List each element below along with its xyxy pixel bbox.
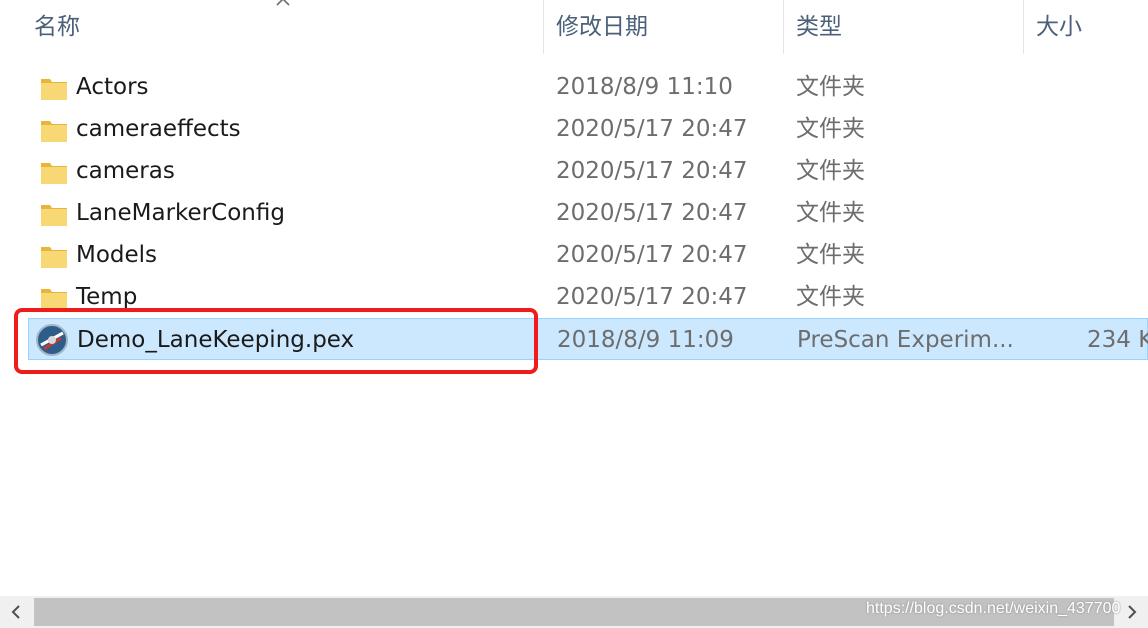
file-type: 文件夹 [796,74,865,100]
file-date: 2018/8/9 11:10 [556,74,733,100]
folder-icon [41,163,67,184]
file-date: 2020/5/17 20:47 [556,158,748,184]
file-type: 文件夹 [796,284,865,310]
file-name: LaneMarkerConfig [76,200,285,226]
file-size: 234 K [1087,327,1148,353]
folder-icon [41,205,67,226]
column-divider[interactable] [1023,0,1024,54]
file-type: 文件夹 [796,116,865,142]
list-item[interactable]: cameraeffects 2020/5/17 20:47 文件夹 [28,108,1148,150]
list-item[interactable]: cameras 2020/5/17 20:47 文件夹 [28,150,1148,192]
file-date: 2018/8/9 11:09 [557,327,734,353]
file-name: Demo_LaneKeeping.pex [77,327,355,353]
list-item[interactable]: Actors 2018/8/9 11:10 文件夹 [28,66,1148,108]
list-item-selected[interactable]: Demo_LaneKeeping.pex 2018/8/9 11:09 PreS… [28,318,1148,360]
scroll-right-icon[interactable] [1122,602,1142,622]
column-header: 名称 修改日期 类型 大小 [0,0,1148,54]
list-item[interactable]: LaneMarkerConfig 2020/5/17 20:47 文件夹 [28,192,1148,234]
folder-icon [41,121,67,142]
file-name: Actors [76,74,149,100]
file-type: 文件夹 [796,242,865,268]
file-type: 文件夹 [796,158,865,184]
file-date: 2020/5/17 20:47 [556,116,748,142]
file-date: 2020/5/17 20:47 [556,284,748,310]
column-type-header[interactable]: 类型 [796,0,842,54]
column-date-header[interactable]: 修改日期 [556,0,648,54]
file-date: 2020/5/17 20:47 [556,200,748,226]
watermark: https://blog.csdn.net/weixin_437700 [866,600,1121,617]
prescan-app-icon [36,324,68,356]
file-type: PreScan Experim... [797,327,1014,353]
file-name: Temp [76,284,138,310]
list-item[interactable]: Models 2020/5/17 20:47 文件夹 [28,234,1148,276]
folder-icon [41,289,67,310]
column-size-header[interactable]: 大小 [1036,0,1082,54]
file-name: cameraeffects [76,116,241,142]
column-name-header[interactable]: 名称 [34,0,80,54]
list-item[interactable]: Temp 2020/5/17 20:47 文件夹 [28,276,1148,318]
file-type: 文件夹 [796,200,865,226]
file-date: 2020/5/17 20:47 [556,242,748,268]
column-divider[interactable] [783,0,784,54]
file-name: Models [76,242,158,268]
scroll-left-icon[interactable] [6,602,26,622]
folder-icon [41,79,67,100]
column-divider[interactable] [543,0,544,54]
folder-icon [41,247,67,268]
file-name: cameras [76,158,175,184]
chevron-up-icon[interactable] [274,0,292,8]
